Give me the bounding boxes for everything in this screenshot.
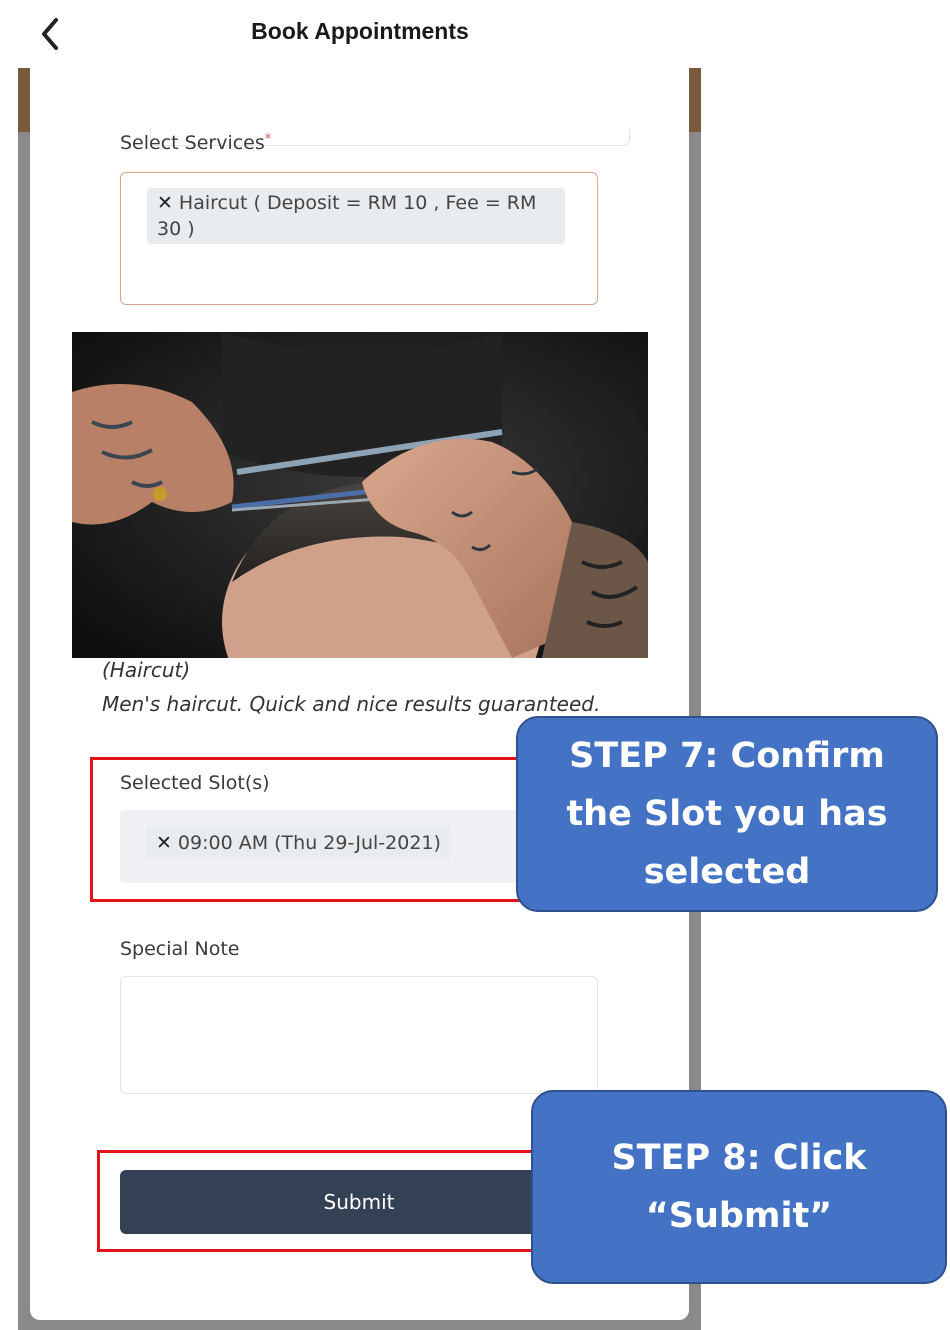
page-title: Book Appointments [251,18,469,44]
service-description: Men's haircut. Quick and nice results gu… [102,692,601,716]
special-note-textarea[interactable] [120,976,598,1094]
service-photo [72,332,648,658]
service-chip-line2: 30 ) [157,218,195,240]
app-header: Book Appointments [0,0,700,68]
step7-line3: selected [643,852,811,892]
step8-line2: “Submit” [645,1196,833,1236]
note-label: Special Note [120,938,240,960]
service-chip: ✕ Haircut ( Deposit = RM 10 , Fee = RM 30… [147,188,565,244]
step7-callout: STEP 7: Confirm the Slot you has selecte… [516,716,938,912]
step7-line1: STEP 7: Confirm [569,736,885,776]
services-label: Select Services* [120,132,272,154]
close-icon[interactable]: ✕ [157,192,173,214]
required-mark: * [264,132,272,147]
step8-line1: STEP 8: Click [611,1138,867,1178]
step8-callout: STEP 8: Click “Submit” [531,1090,947,1284]
services-select[interactable]: ✕ Haircut ( Deposit = RM 10 , Fee = RM 30… [120,172,598,305]
service-chip-line1: Haircut ( Deposit = RM 10 , Fee = RM [178,192,537,214]
service-name-caption: (Haircut) [102,658,191,682]
submit-highlight-box [97,1150,537,1252]
step7-line2: the Slot you has [566,794,888,834]
slot-highlight-box [90,757,530,902]
barber-haircut-image [72,332,648,658]
